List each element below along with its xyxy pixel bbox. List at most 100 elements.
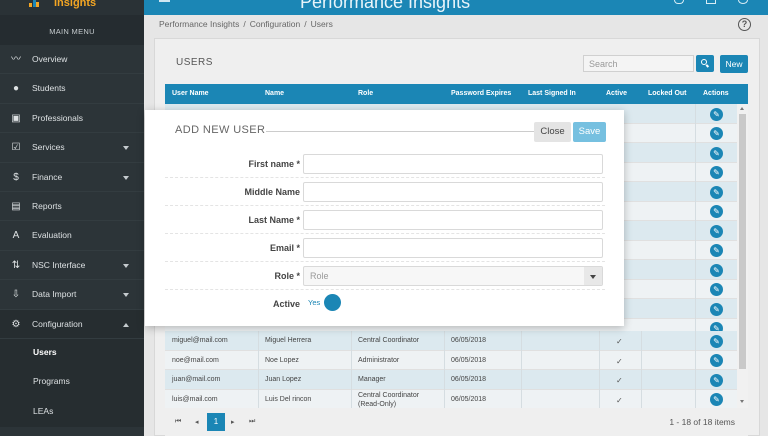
last-page-icon[interactable]: ⏭ [249,418,255,426]
edit-icon[interactable]: ✎ [710,354,723,367]
message-icon[interactable] [706,0,716,4]
column-header[interactable]: Last Signed In [528,90,576,97]
sidebar-item-reports[interactable]: ▤ Reports [0,192,144,222]
sidebar-item-students[interactable]: ● Students [0,74,144,104]
cell-role: Administrator [358,356,400,364]
edit-icon[interactable]: ✎ [710,107,723,121]
role-label: Role * [274,271,300,281]
cell-username: juan@mail.com [172,376,221,383]
chevron-up-icon [123,322,129,327]
column-header[interactable]: Name [265,90,284,97]
last-name-field[interactable] [303,210,603,230]
edit-icon[interactable]: ✎ [710,373,723,387]
check-icon: ✓ [616,376,623,385]
sidebar-header: MAIN MENU [0,15,144,45]
panel-title: USERS [176,57,213,68]
sidebar-item-nsc-interface[interactable]: ⇅ NSC Interface [0,251,144,281]
sidebar-item-label: Data Import [32,289,77,300]
logo-icon [29,0,39,7]
chevron-down-icon [123,175,129,180]
sidebar-item-services[interactable]: ☑ Services [0,133,144,163]
scroll-down-icon[interactable] [740,400,744,403]
column-header[interactable]: Role [358,90,373,97]
active-toggle[interactable]: Yes [303,294,343,311]
search-input[interactable] [583,55,694,72]
chevron-down-icon [123,263,129,268]
table-row[interactable]: noe@mail.com Noe Lopez Administrator 06/… [165,350,737,370]
edit-icon[interactable]: ✎ [710,263,723,277]
sidebar-item-professionals[interactable]: ▣ Professionals [0,104,144,134]
cell-name: Juan Lopez [265,376,302,383]
prev-page-icon[interactable]: ◂ [195,418,199,426]
edit-icon[interactable]: ✎ [710,302,723,316]
edit-icon[interactable]: ✎ [710,224,723,238]
column-header[interactable]: User Name [172,90,209,97]
current-page[interactable]: 1 [207,413,225,431]
edit-icon[interactable]: ✎ [710,283,723,296]
search-button[interactable] [696,55,714,72]
sidebar-item-evaluation[interactable]: A Evaluation [0,221,144,251]
edit-icon[interactable]: ✎ [710,185,723,199]
sidebar-item-data-import[interactable]: ⇩ Data Import [0,280,144,310]
edit-icon[interactable]: ✎ [710,334,723,348]
notification-icon[interactable] [674,0,684,4]
edit-icon[interactable]: ✎ [710,244,723,257]
last-name-label: Last Name * [248,215,300,225]
edit-icon[interactable]: ✎ [710,205,723,218]
middle-name-field[interactable] [303,182,603,202]
breadcrumb-item[interactable]: Configuration [250,19,301,29]
role-select[interactable]: Role [303,266,603,286]
help-icon[interactable]: ? [738,18,751,31]
middle-name-row: Middle Name [165,178,605,206]
user-icon[interactable] [738,0,748,4]
first-page-icon[interactable]: ⏮ [175,418,181,426]
sidebar-item-finance[interactable]: $ Finance [0,163,144,192]
chevron-down-icon [123,293,129,298]
role-row: Role * Role [165,262,605,290]
cell-password-expires: 06/05/2018 [451,395,487,403]
scroll-up-icon[interactable] [740,107,744,110]
column-header[interactable]: Locked Out [648,90,687,97]
breadcrumb-item[interactable]: Performance Insights [159,19,239,29]
sidebar-subitem-leas[interactable]: LEAs [0,397,144,428]
sidebar-item-configuration[interactable]: ⚙ Configuration [0,309,144,339]
sidebar-item-label: Finance [32,171,63,182]
edit-icon[interactable]: ✎ [710,393,723,406]
table-scrollbar[interactable] [737,104,748,408]
sidebar-item-label: NSC Interface [32,259,86,270]
dropdown-arrow-icon[interactable] [584,267,602,285]
cell-name: Miguel Herrera [265,337,312,344]
first-name-field[interactable] [303,154,603,174]
sidebar-item-label: Services [32,142,65,153]
cell-password-expires: 06/05/2018 [451,356,487,364]
new-user-button[interactable]: New [720,55,748,73]
close-button[interactable]: Close [534,122,571,142]
sidebar-subitem-programs[interactable]: Programs [0,368,144,398]
scrollbar-thumb[interactable] [739,114,746,369]
email-field[interactable] [303,238,603,258]
edit-icon[interactable]: ✎ [710,127,723,140]
sidebar: MAIN MENU 〰 Overview ● Students ▣ Professio… [0,15,144,436]
cell-password-expires: 06/05/2018 [451,376,487,383]
table-row[interactable]: miguel@mail.com Miguel Herrera Central C… [165,331,737,351]
edit-icon[interactable]: ✎ [710,166,723,179]
pagination: ⏮ ◂ 1 ▸ ⏭ 1 - 18 of 18 items [165,408,748,436]
table-row[interactable]: juan@mail.com Juan Lopez Manager 06/05/2… [165,370,737,390]
calendar-check-icon: ☑ [11,142,21,154]
save-button[interactable]: Save [573,122,606,142]
sidebar-subitem-users[interactable]: Users [0,338,144,369]
sidebar-item-overview[interactable]: 〰 Overview [0,45,144,75]
briefcase-icon: ▣ [11,112,21,124]
breadcrumb: Performance Insights / Configuration / Users [159,19,333,29]
hamburger-menu-icon[interactable] [159,0,170,3]
column-header[interactable]: Active [606,90,627,97]
toggle-knob [324,294,341,311]
edit-icon[interactable]: ✎ [710,146,723,160]
column-header[interactable]: Password Expires [451,90,511,97]
first-name-label: First name * [248,159,300,169]
next-page-icon[interactable]: ▸ [231,418,235,426]
table-row[interactable]: luis@mail.com Luis Del rincon Central Co… [165,389,737,408]
import-icon: ⇩ [11,289,21,301]
cell-username: miguel@mail.com [172,337,228,344]
first-name-row: First name * [165,150,605,178]
